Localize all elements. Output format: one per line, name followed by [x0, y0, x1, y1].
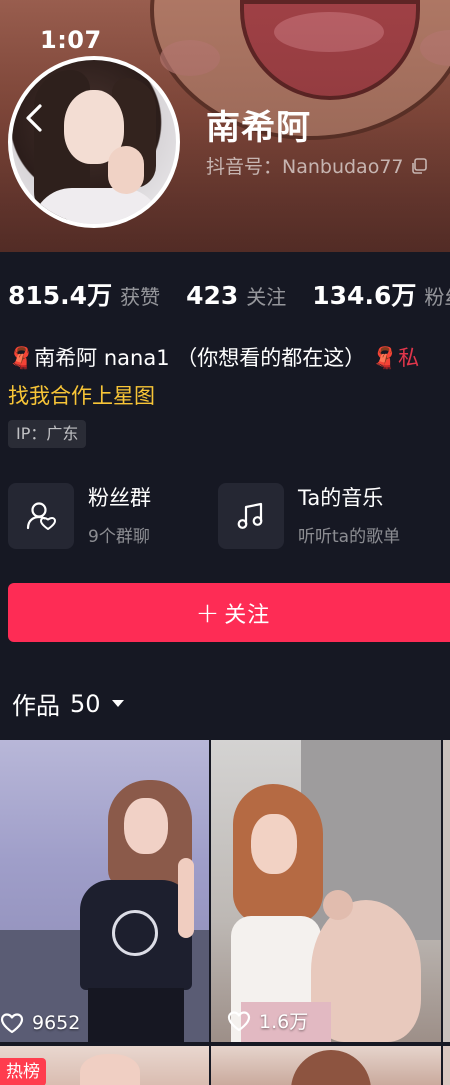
caret-down-icon	[111, 699, 124, 707]
tab-works-label: 作品	[12, 692, 60, 720]
fans-group-entry[interactable]: 粉丝群 9个群聊	[8, 482, 151, 550]
stat-value: 423	[186, 281, 239, 310]
music-entry[interactable]: Ta的音乐 听听ta的歌单	[218, 482, 400, 550]
bio-text[interactable]: 🧣南希阿 nana1 （你想看的都在这） 🧣私	[8, 342, 450, 372]
tab-works-count: 50	[70, 689, 101, 718]
heart-icon	[227, 1010, 251, 1031]
like-count: 1.6万	[259, 1011, 309, 1033]
stat-following[interactable]: 423 关注	[186, 281, 286, 310]
video-thumbnail[interactable]: 1.6万	[211, 740, 441, 1042]
tab-works[interactable]: 作品 50	[12, 686, 125, 721]
like-count: 9652	[32, 1012, 81, 1034]
douyin-id-text: 抖音号：Nanbudao77	[206, 156, 404, 178]
hot-badge: 热榜	[0, 1058, 46, 1085]
nickname: 南希阿	[206, 108, 311, 148]
fans-group-title: 粉丝群	[88, 485, 151, 510]
stat-likes[interactable]: 815.4万 获赞	[8, 276, 160, 312]
video-thumbnail[interactable]: 9652	[0, 740, 209, 1042]
video-thumbnail[interactable]	[211, 1046, 441, 1085]
bio-suffix: 🧣私	[371, 346, 420, 370]
video-thumbnail[interactable]	[443, 1046, 450, 1085]
video-likes: 1.6万	[227, 1007, 308, 1034]
business-link[interactable]: 找我合作上星图	[8, 380, 155, 410]
video-likes: 9652	[0, 1012, 80, 1034]
follow-button[interactable]: + 关注	[8, 583, 450, 642]
status-time: 1:07	[40, 26, 102, 54]
fans-group-icon	[26, 502, 56, 530]
follow-button-label: 关注	[224, 602, 271, 628]
scarf-emoji: 🧣	[8, 346, 35, 370]
stat-label: 粉丝	[424, 285, 450, 309]
video-thumbnail[interactable]	[443, 740, 450, 1042]
stat-followers[interactable]: 134.6万 粉丝	[312, 276, 450, 312]
music-subtitle: 听听ta的歌单	[298, 526, 401, 547]
plus-icon: +	[195, 596, 221, 629]
avatar[interactable]	[8, 56, 180, 228]
stats-row: 815.4万 获赞 423 关注 134.6万 粉丝	[8, 276, 450, 316]
bio-line: 南希阿 nana1 （你想看的都在这）	[34, 346, 366, 370]
ip-location-tag: IP：广东	[8, 420, 87, 448]
back-button[interactable]	[16, 100, 52, 136]
stat-label: 关注	[246, 285, 287, 309]
fans-group-subtitle: 9个群聊	[88, 526, 150, 547]
stat-label: 获赞	[120, 285, 161, 309]
stat-value: 134.6万	[312, 281, 417, 310]
copy-icon[interactable]	[410, 157, 428, 175]
heart-icon	[0, 1013, 24, 1034]
music-note-icon	[237, 502, 263, 529]
chevron-left-icon	[26, 104, 42, 132]
douyin-id[interactable]: 抖音号：Nanbudao77	[206, 152, 428, 179]
stat-value: 815.4万	[8, 281, 113, 310]
music-title: Ta的音乐	[298, 485, 384, 510]
